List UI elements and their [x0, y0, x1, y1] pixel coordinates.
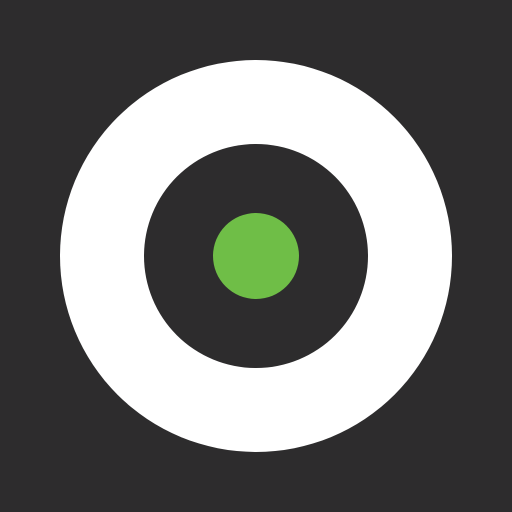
center-dot: [213, 213, 299, 299]
target-record-icon: [0, 0, 512, 512]
app-icon: [0, 0, 512, 512]
